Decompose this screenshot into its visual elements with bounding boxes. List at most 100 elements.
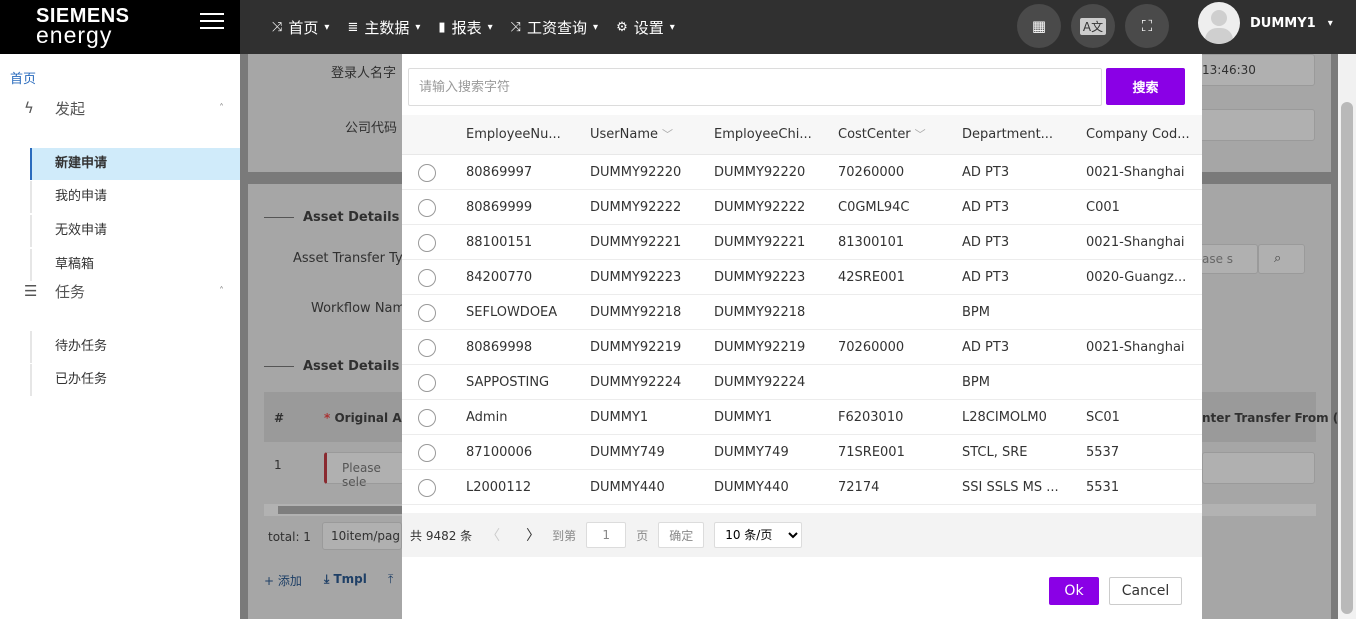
- page-number-input[interactable]: [586, 522, 627, 548]
- nav-item-master-data[interactable]: ≣ 主数据 ▾: [347, 17, 420, 38]
- row-radio[interactable]: [418, 234, 436, 252]
- table-row[interactable]: SAPPOSTING DUMMY92224 DUMMY92224 BPM: [402, 365, 1202, 400]
- col-transfer-from: nter Transfer From (C: [1202, 411, 1348, 425]
- pagination: 共 9482 条 〈 〉 到第 页 确定 10 条/页: [402, 513, 1202, 557]
- breadcrumb-home[interactable]: 首页: [10, 68, 36, 87]
- apps-grid-button[interactable]: ▦: [1017, 4, 1061, 48]
- translate-button[interactable]: A文: [1071, 4, 1115, 48]
- table-row[interactable]: SEFLOWDOEA DUMMY92218 DUMMY92218 BPM: [402, 295, 1202, 330]
- select-placeholder: Please sele: [342, 461, 381, 489]
- bar-chart-icon: ▮: [438, 19, 446, 35]
- hamburger-menu-icon[interactable]: [200, 13, 224, 31]
- table-row[interactable]: 80869997 DUMMY92220 DUMMY92220 70260000 AD P…: [402, 155, 1202, 190]
- database-icon: ≣: [347, 19, 359, 35]
- employee-number-cell: 80869999: [466, 200, 533, 215]
- table-row[interactable]: 80869998 DUMMY92219 DUMMY92219 70260000 AD P…: [402, 330, 1202, 365]
- grid-icon: ▦: [1031, 17, 1047, 35]
- gear-icon: ⚙: [616, 19, 628, 35]
- col-username[interactable]: UserName ﹀: [590, 115, 700, 155]
- login-name-label: 登录人名字: [331, 66, 397, 81]
- fullscreen-button[interactable]: ⛶: [1125, 4, 1169, 48]
- employee-search-input[interactable]: [408, 68, 1102, 106]
- department-cell: BPM: [962, 305, 990, 320]
- sidebar-item-done-tasks[interactable]: 已办任务: [30, 364, 240, 396]
- asset-details-heading: Asset Details: [303, 210, 400, 225]
- scrollbar-thumb: [278, 506, 408, 514]
- cost-center-cell: 42SRE001: [838, 270, 905, 285]
- asset-table-total: total: 1: [268, 530, 311, 544]
- fullscreen-icon: ⛶: [1141, 17, 1153, 35]
- workflow-name-label: Workflow Nam: [311, 301, 406, 316]
- employee-chinese-cell: DUMMY440: [714, 480, 789, 495]
- table-row[interactable]: 88100151 DUMMY92221 DUMMY92221 81300101 AD P…: [402, 225, 1202, 260]
- employee-chinese-cell: DUMMY92220: [714, 165, 806, 180]
- cancel-button[interactable]: Cancel: [1109, 577, 1182, 605]
- col-employee-number[interactable]: EmployeeNu...: [466, 115, 576, 155]
- username-cell: DUMMY92220: [590, 165, 682, 180]
- row-radio[interactable]: [418, 199, 436, 217]
- user-menu[interactable]: DUMMY1 ▾: [1198, 2, 1333, 44]
- asset-page-size: 10item/pag: [322, 522, 402, 550]
- row-radio[interactable]: [418, 339, 436, 357]
- next-page-icon[interactable]: 〉: [526, 525, 540, 545]
- table-row[interactable]: 84200770 DUMMY92223 DUMMY92223 42SRE001 AD P…: [402, 260, 1202, 295]
- cost-center-cell: 81300101: [838, 235, 905, 250]
- cost-center-cell: 70260000: [838, 165, 905, 180]
- nav-item-salary-query[interactable]: ⤨ 工资查询 ▾: [511, 17, 598, 38]
- page-scrollbar[interactable]: [1338, 54, 1356, 619]
- top-bar: SIEMENS energy ⤨ 首页 ▾ ≣ 主数据 ▾ ▮ 报表 ▾ ⤨ 工资查询 ▾ ⚙ 设…: [0, 0, 1356, 54]
- row-radio[interactable]: [418, 164, 436, 182]
- col-department[interactable]: Department...: [962, 115, 1072, 155]
- user-name: DUMMY1: [1250, 15, 1316, 31]
- table-row[interactable]: Admin DUMMY1 DUMMY1 F6203010 L28CIMOLM0 SC01: [402, 400, 1202, 435]
- goto-label: 到第: [552, 528, 577, 543]
- sidebar-item-drafts[interactable]: 草稿箱: [30, 249, 240, 281]
- employee-number-cell: 88100151: [466, 235, 533, 250]
- col-cost-center[interactable]: CostCenter ﹀: [838, 115, 948, 155]
- sidebar-item-new-request[interactable]: 新建申请: [30, 148, 240, 180]
- table-row[interactable]: L2000112 DUMMY440 DUMMY440 72174 SSI SSLS MS…: [402, 470, 1202, 505]
- sidebar-item-invalid-requests[interactable]: 无效申请: [30, 215, 240, 247]
- chevron-up-icon: ˄: [219, 285, 224, 297]
- nav-item-settings[interactable]: ⚙ 设置 ▾: [616, 17, 675, 38]
- search-button[interactable]: 搜索: [1106, 68, 1185, 105]
- page-confirm-button[interactable]: 确定: [658, 522, 705, 548]
- col-company-code[interactable]: Company Cod...: [1086, 115, 1198, 155]
- table-row[interactable]: 87100006 DUMMY749 DUMMY749 71SRE001 STCL, SR…: [402, 435, 1202, 470]
- row-radio[interactable]: [418, 444, 436, 462]
- chevron-down-icon: ▾: [1327, 17, 1333, 29]
- avatar: [1198, 2, 1240, 44]
- employee-chinese-cell: DUMMY1: [714, 410, 773, 425]
- ok-button[interactable]: Ok: [1049, 577, 1099, 605]
- row-radio[interactable]: [418, 374, 436, 392]
- username-cell: DUMMY92221: [590, 235, 682, 250]
- row-radio[interactable]: [418, 269, 436, 287]
- nav-label: 工资查询: [527, 18, 588, 37]
- row-radio[interactable]: [418, 304, 436, 322]
- sidebar: 首页 ϟ 发起 ˄ 新建申请 我的申请 无效申请 草稿箱 ☰ 任务 ˄ 待办任务…: [0, 54, 240, 619]
- row-radio[interactable]: [418, 409, 436, 427]
- asset-select: Please sele: [324, 452, 404, 489]
- sidebar-item-todo-tasks[interactable]: 待办任务: [30, 331, 240, 363]
- department-cell: BPM: [962, 375, 990, 390]
- company-code-cell: 0021-Shanghai: [1086, 235, 1185, 250]
- prev-page-icon[interactable]: 〈: [486, 525, 500, 545]
- company-code-cell: 5537: [1086, 445, 1120, 460]
- nav-item-reports[interactable]: ▮ 报表 ▾: [438, 17, 492, 38]
- row-radio[interactable]: [418, 479, 436, 497]
- scrollbar-thumb[interactable]: [1341, 102, 1353, 614]
- col-employee-chinese[interactable]: EmployeeChi...: [714, 115, 824, 155]
- main-nav: ⤨ 首页 ▾ ≣ 主数据 ▾ ▮ 报表 ▾ ⤨ 工资查询 ▾ ⚙ 设置 ▾: [272, 0, 693, 54]
- nav-item-home[interactable]: ⤨ 首页 ▾: [272, 17, 329, 38]
- shuffle-icon: ⤨: [510, 19, 522, 35]
- chevron-down-icon: ▾: [487, 21, 493, 33]
- page-size-select[interactable]: 10 条/页: [714, 522, 803, 548]
- total-count: 共 9482 条: [410, 528, 473, 543]
- department-cell: AD PT3: [962, 235, 1010, 250]
- siemens-energy-logo[interactable]: SIEMENS energy: [0, 0, 240, 54]
- department-cell: AD PT3: [962, 340, 1010, 355]
- table-row[interactable]: 80869999 DUMMY92222 DUMMY92222 C0GML94C AD P…: [402, 190, 1202, 225]
- sidebar-item-my-requests[interactable]: 我的申请: [30, 181, 240, 213]
- search-icon: ⌕: [1274, 251, 1282, 266]
- employee-chinese-cell: DUMMY92219: [714, 340, 806, 355]
